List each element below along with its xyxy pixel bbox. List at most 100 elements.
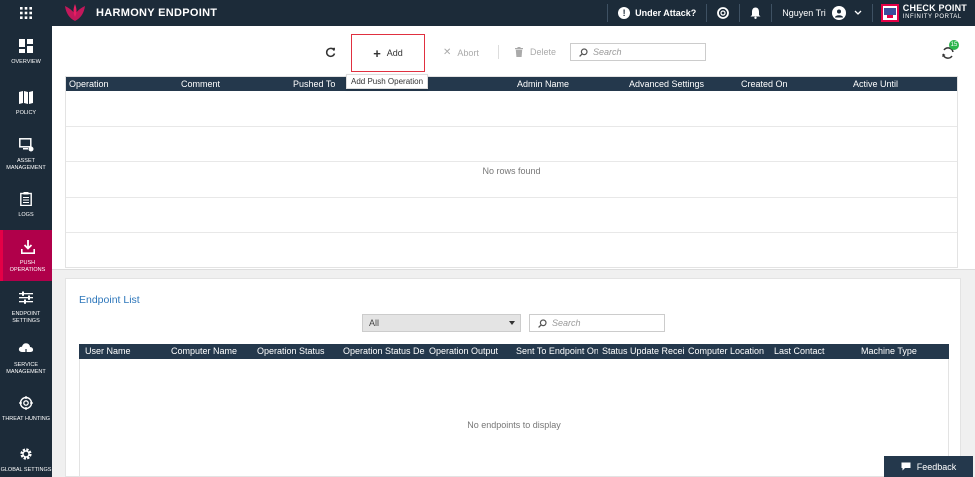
sidebar-item-push-operations[interactable]: PUSH OPERATIONS (0, 230, 52, 281)
chevron-down-icon (854, 10, 862, 15)
sidebar-item-global-settings[interactable]: GLOBAL SETTINGS (0, 434, 52, 477)
column-header[interactable]: Operation Status (257, 346, 337, 356)
sidebar-item-threat-hunting[interactable]: THREAT HUNTING (0, 383, 52, 434)
column-header[interactable]: Operation Output (429, 346, 511, 356)
column-header[interactable]: Admin Name (517, 79, 569, 89)
section-title: Endpoint List (79, 294, 140, 306)
endpoint-table: User Name Computer Name Operation Status… (79, 344, 949, 477)
column-header[interactable]: Computer Name (171, 346, 251, 356)
overview-icon (17, 37, 35, 55)
service-management-icon (17, 340, 35, 358)
sidebar-item-label: PUSH OPERATIONS (9, 259, 46, 273)
help-button[interactable] (707, 0, 739, 26)
delete-label: Delete (530, 47, 557, 57)
column-header[interactable]: User Name (85, 346, 165, 356)
operations-status-button[interactable]: 15 (941, 40, 959, 60)
sidebar-item-policy[interactable]: POLICY (0, 77, 52, 128)
chat-bubble-icon (901, 462, 911, 471)
policy-icon (17, 88, 35, 106)
sidebar-item-logs[interactable]: LOGS (0, 179, 52, 230)
sidebar-item-label: OVERVIEW (11, 59, 41, 65)
add-tooltip: Add Push Operation (346, 74, 429, 89)
sidebar-item-label: ASSET MANAGEMENT (6, 157, 46, 171)
avatar-icon (831, 6, 846, 20)
trash-icon (515, 47, 523, 57)
notification-badge: 15 (949, 40, 959, 50)
push-operations-table: Operation Comment Pushed To Admin Name A… (65, 76, 958, 268)
sidebar-item-label: ENDPOINT SETTINGS (11, 310, 41, 324)
app-grid-icon[interactable] (0, 0, 52, 26)
push-operations-icon (19, 238, 37, 256)
table-row (66, 233, 957, 269)
check-point-brand[interactable]: CHECK POINT INFINITY PORTAL (873, 0, 975, 26)
lifebuoy-icon (717, 7, 730, 19)
search-input[interactable] (552, 318, 662, 328)
empty-message: No endpoints to display (467, 420, 561, 430)
brand-subtitle: INFINITY PORTAL (902, 14, 962, 20)
table-body: No endpoints to display (79, 359, 949, 477)
refresh-icon (325, 47, 335, 57)
column-header[interactable]: Comment (181, 79, 220, 89)
add-label: Add (386, 48, 403, 58)
sidebar-item-label: SERVICE MANAGEMENT (6, 361, 46, 375)
user-name: Nguyen Tri (782, 8, 826, 18)
column-header[interactable]: Status Update Receive (602, 346, 684, 356)
column-header[interactable]: Created On (741, 79, 788, 89)
endpoint-list-panel: Endpoint List All User Name Computer Nam… (65, 278, 961, 477)
table-row (66, 127, 957, 162)
operations-search[interactable] (570, 43, 706, 61)
endpoint-search[interactable] (529, 314, 665, 332)
sidebar-item-label: POLICY (15, 110, 37, 116)
bell-icon (750, 7, 761, 19)
table-row (66, 91, 957, 127)
sidebar-item-overview[interactable]: OVERVIEW (0, 26, 52, 77)
search-icon (579, 47, 588, 57)
app-title: HARMONY ENDPOINT (96, 7, 218, 19)
search-input[interactable] (593, 47, 703, 57)
sidebar-item-asset-management[interactable]: ASSET MANAGEMENT (0, 128, 52, 179)
feedback-label: Feedback (916, 461, 957, 472)
push-operations-panel: + Add Add Push Operation ✕ Abort Delete … (52, 26, 975, 270)
sidebar-item-service-management[interactable]: SERVICE MANAGEMENT (0, 332, 52, 383)
feedback-button[interactable]: Feedback (884, 456, 973, 477)
add-button[interactable]: + Add (351, 34, 425, 72)
search-icon (538, 318, 547, 328)
table-body: No rows found (66, 91, 957, 269)
refresh-button[interactable] (323, 45, 337, 59)
column-header[interactable]: Computer Location (688, 346, 770, 356)
main-content: + Add Add Push Operation ✕ Abort Delete … (52, 26, 975, 477)
close-icon: ✕ (443, 47, 452, 58)
plus-icon: + (373, 45, 381, 61)
column-header[interactable]: Active Until (853, 79, 898, 89)
gear-icon (17, 445, 35, 463)
empty-message: No rows found (482, 166, 541, 176)
sidebar-item-label: THREAT HUNTING (1, 416, 51, 422)
delete-button[interactable]: Delete (515, 47, 556, 57)
sidebar: OVERVIEW POLICY ASSET MANAGEMENT LOGS PU… (0, 26, 52, 477)
under-attack-button[interactable]: ! Under Attack? (608, 0, 706, 26)
column-header[interactable]: Advanced Settings (629, 79, 704, 89)
column-header[interactable]: Operation Status Desc (343, 346, 425, 356)
top-bar: HARMONY ENDPOINT ! Under Attack? Nguyen … (0, 0, 975, 26)
table-header: Operation Comment Pushed To Admin Name A… (66, 77, 957, 91)
threat-hunting-icon (17, 394, 35, 412)
sidebar-item-label: GLOBAL SETTINGS (0, 467, 52, 473)
alert-icon: ! (618, 7, 631, 19)
abort-label: Abort (457, 47, 479, 58)
column-header[interactable]: Last Contact (774, 346, 856, 356)
column-header[interactable]: Sent To Endpoint On (516, 346, 598, 356)
abort-button[interactable]: ✕ Abort (443, 47, 479, 58)
sidebar-item-endpoint-settings[interactable]: ENDPOINT SETTINGS (0, 281, 52, 332)
check-point-logo-icon (880, 4, 899, 22)
column-header[interactable]: Operation (69, 79, 109, 89)
user-menu[interactable]: Nguyen Tri (772, 0, 872, 26)
logs-icon (17, 190, 35, 208)
endpoint-settings-icon (17, 289, 35, 307)
column-header[interactable]: Pushed To (293, 79, 335, 89)
harmony-logo-icon (62, 4, 88, 22)
endpoint-filter-select[interactable]: All (362, 314, 521, 332)
asset-management-icon (17, 136, 35, 154)
toolbar: + Add Add Push Operation ✕ Abort Delete … (52, 26, 975, 89)
column-header[interactable]: Machine Type (861, 346, 943, 356)
notifications-button[interactable] (740, 0, 771, 26)
